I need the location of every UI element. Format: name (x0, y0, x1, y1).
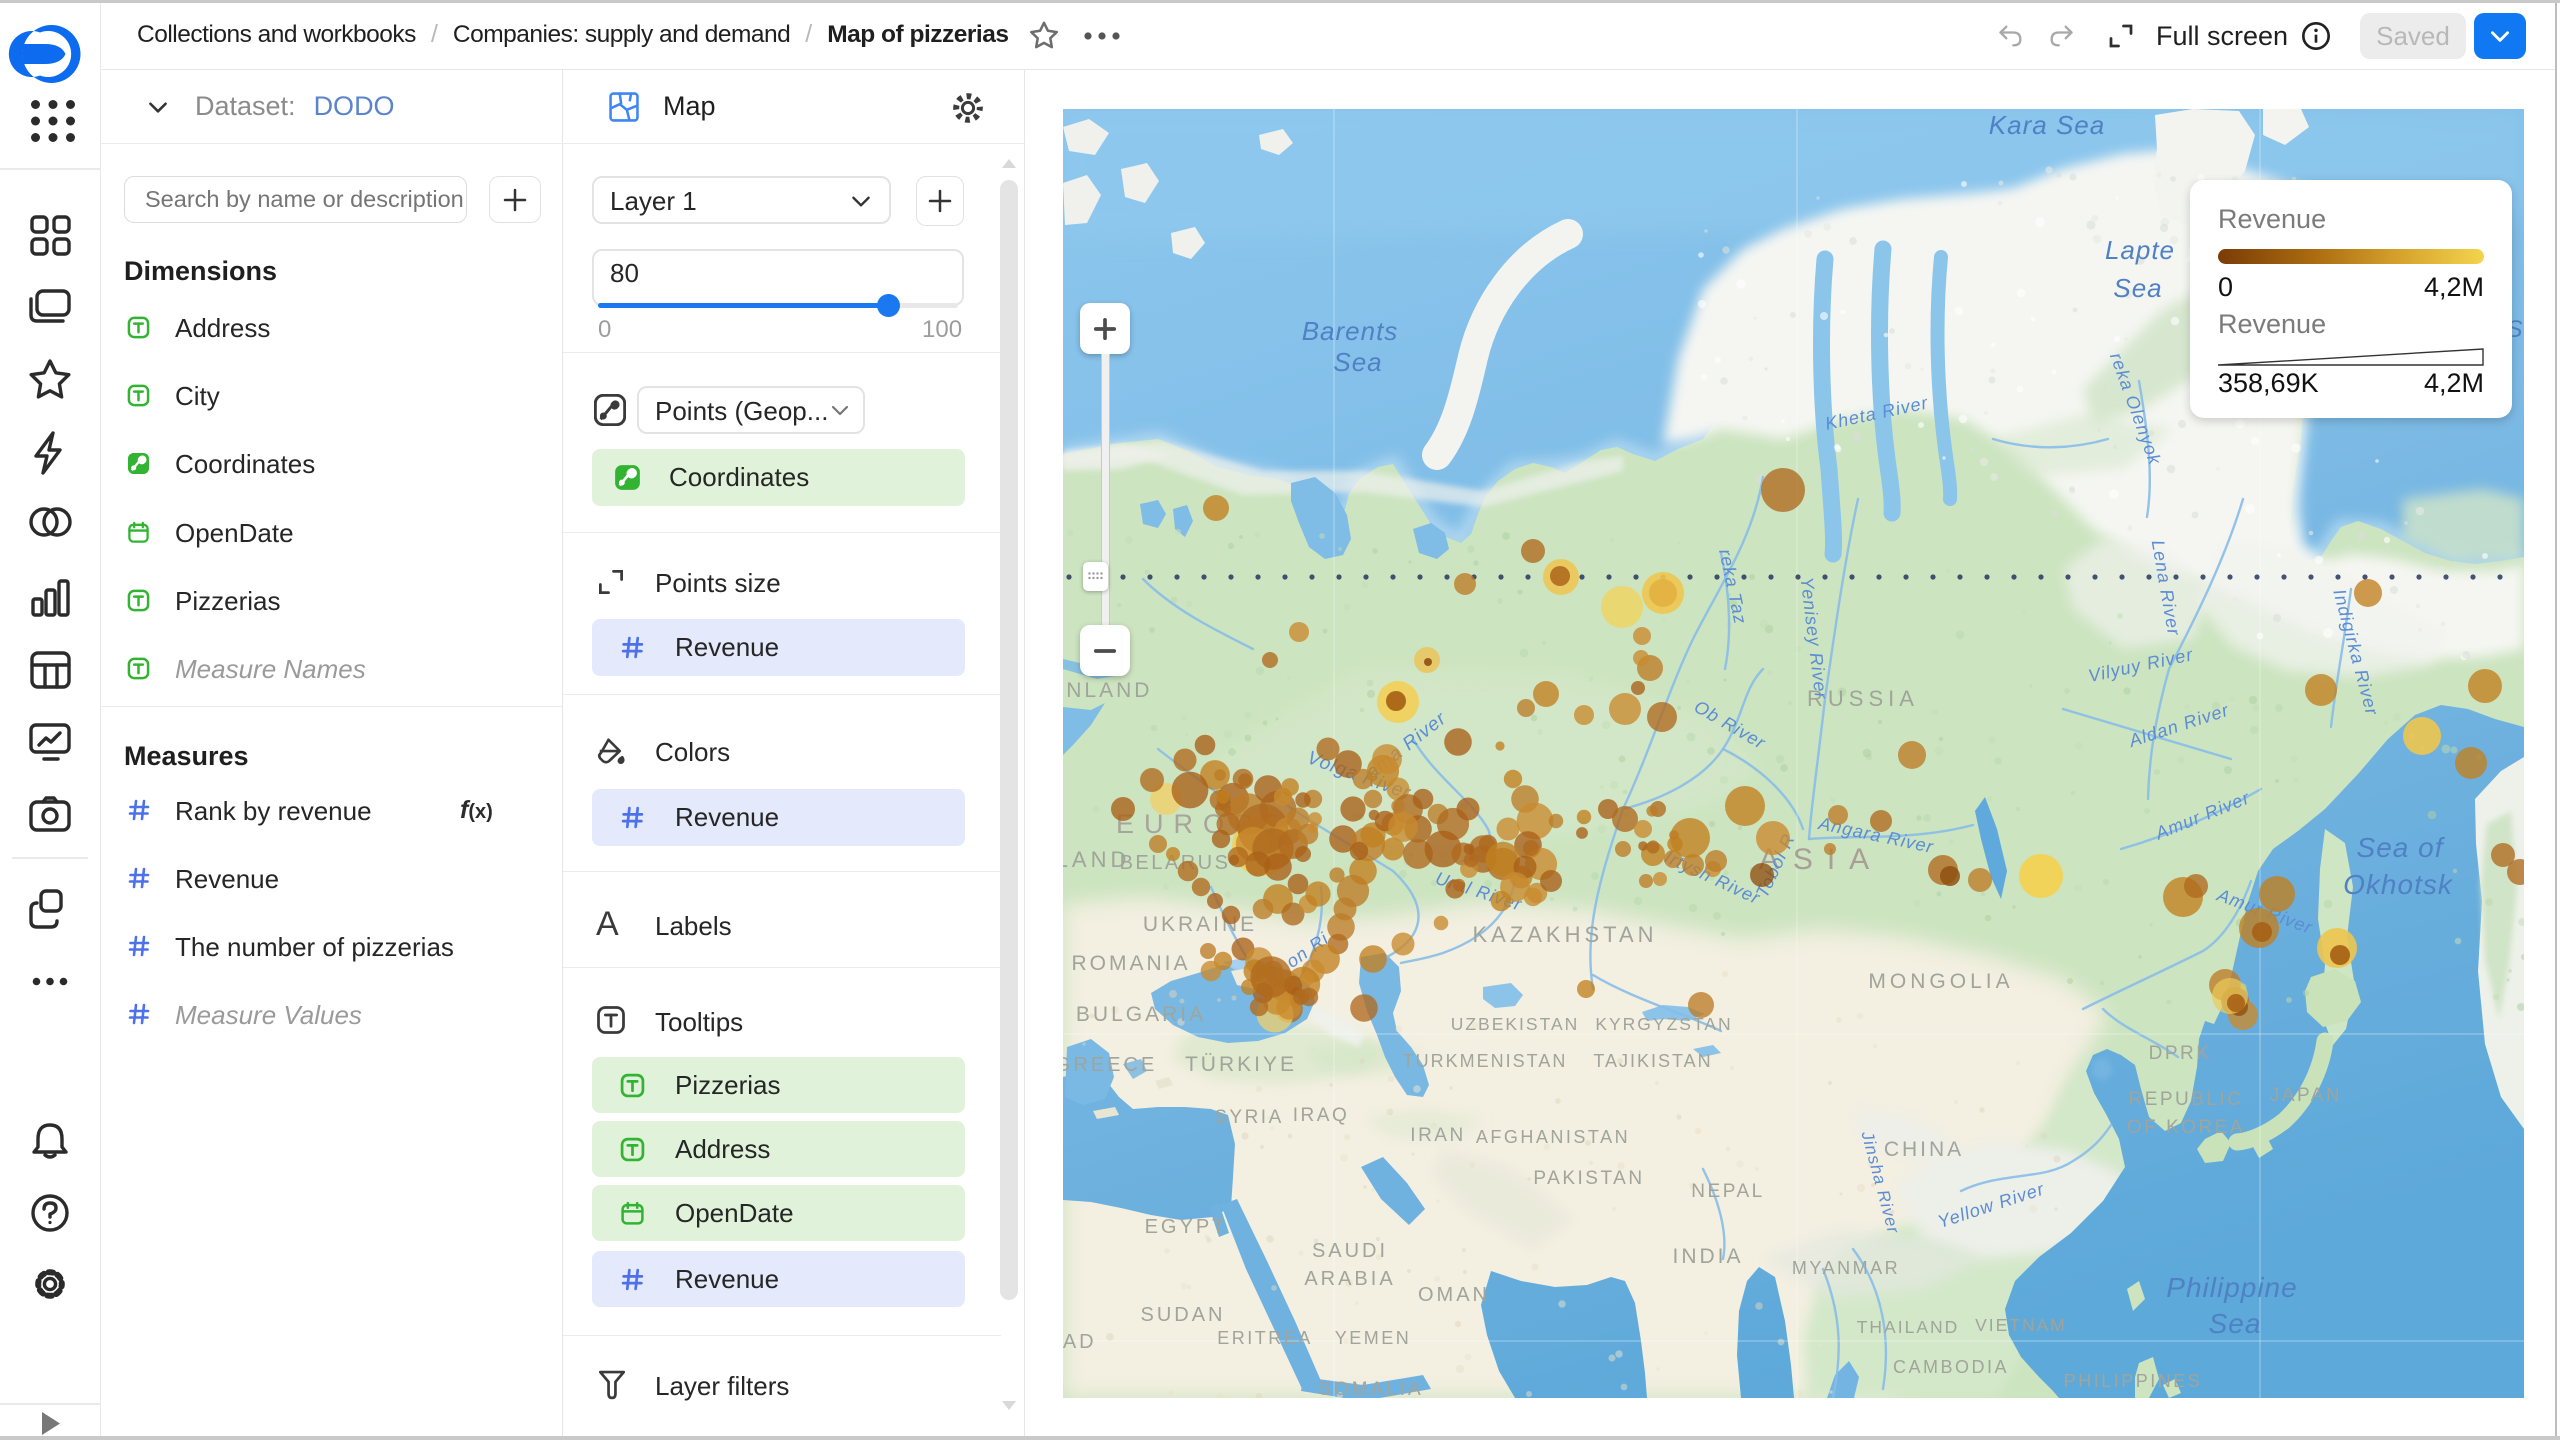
svg-text:MYANMAR: MYANMAR (1792, 1258, 1900, 1278)
svg-text:NEPAL: NEPAL (1691, 1181, 1764, 1202)
svg-text:Sea of: Sea of (2357, 832, 2446, 863)
svg-text:Okhotsk: Okhotsk (2343, 869, 2454, 900)
svg-text:MONGOLIA: MONGOLIA (1868, 970, 2013, 993)
svg-text:Sea: Sea (2113, 273, 2162, 303)
svg-text:EGYPT: EGYPT (1145, 1216, 1228, 1238)
svg-text:ROMANIA: ROMANIA (1071, 952, 1190, 975)
svg-text:SYRIA: SYRIA (1214, 1107, 1284, 1128)
svg-text:Sea: Sea (1333, 347, 1382, 377)
svg-text:PAKISTAN: PAKISTAN (1533, 1168, 1644, 1189)
svg-text:FINLAND: FINLAND (1063, 679, 1152, 702)
svg-text:TAJIKISTAN: TAJIKISTAN (1593, 1051, 1712, 1071)
svg-text:ARABIA: ARABIA (1304, 1268, 1395, 1290)
svg-text:Barents: Barents (1302, 316, 1399, 346)
svg-text:OMAN: OMAN (1418, 1284, 1490, 1306)
svg-text:ERITREA: ERITREA (1217, 1328, 1313, 1348)
svg-text:TURKMENISTAN: TURKMENISTAN (1403, 1051, 1568, 1071)
svg-text:PHILIPPINES: PHILIPPINES (2064, 1371, 2203, 1391)
svg-text:UZBEKISTAN: UZBEKISTAN (1451, 1014, 1580, 1034)
svg-text:CHINA: CHINA (1884, 1138, 1964, 1161)
svg-text:BULGARIA: BULGARIA (1076, 1003, 1206, 1026)
svg-text:JAPAN: JAPAN (2270, 1085, 2342, 1106)
svg-text:IRAQ: IRAQ (1293, 1105, 1349, 1126)
svg-text:GREECE: GREECE (1063, 1054, 1157, 1076)
svg-text:IRAN: IRAN (1410, 1125, 1465, 1146)
svg-text:HAD: HAD (1063, 1331, 1097, 1353)
svg-text:SAUDI: SAUDI (1312, 1240, 1388, 1262)
svg-text:KAZAKHSTAN: KAZAKHSTAN (1472, 922, 1657, 947)
svg-text:SOMALIA: SOMALIA (1318, 1379, 1423, 1398)
svg-text:Kara Sea: Kara Sea (1989, 110, 2105, 140)
svg-text:VIETNAM: VIETNAM (1975, 1315, 2067, 1335)
svg-text:Philippine: Philippine (2166, 1272, 2297, 1303)
svg-text:INDIA: INDIA (1672, 1245, 1743, 1268)
svg-text:AFGHANISTAN: AFGHANISTAN (1476, 1127, 1630, 1147)
svg-text:THAILAND: THAILAND (1857, 1317, 1960, 1337)
svg-text:CAMBODIA: CAMBODIA (1893, 1357, 2009, 1377)
svg-text:Lapte: Lapte (2105, 235, 2175, 265)
svg-text:KYRGYZSTAN: KYRGYZSTAN (1595, 1014, 1732, 1034)
svg-text:DPRK: DPRK (2149, 1043, 2212, 1064)
svg-text:SUDAN: SUDAN (1140, 1304, 1225, 1326)
svg-text:YEMEN: YEMEN (1335, 1328, 1412, 1348)
svg-text:Sea: Sea (2209, 1308, 2262, 1339)
svg-text:REPUBLIC: REPUBLIC (2128, 1089, 2243, 1110)
svg-text:OF KOREA: OF KOREA (2127, 1117, 2245, 1138)
svg-text:TÜRKIYE: TÜRKIYE (1185, 1053, 1297, 1076)
